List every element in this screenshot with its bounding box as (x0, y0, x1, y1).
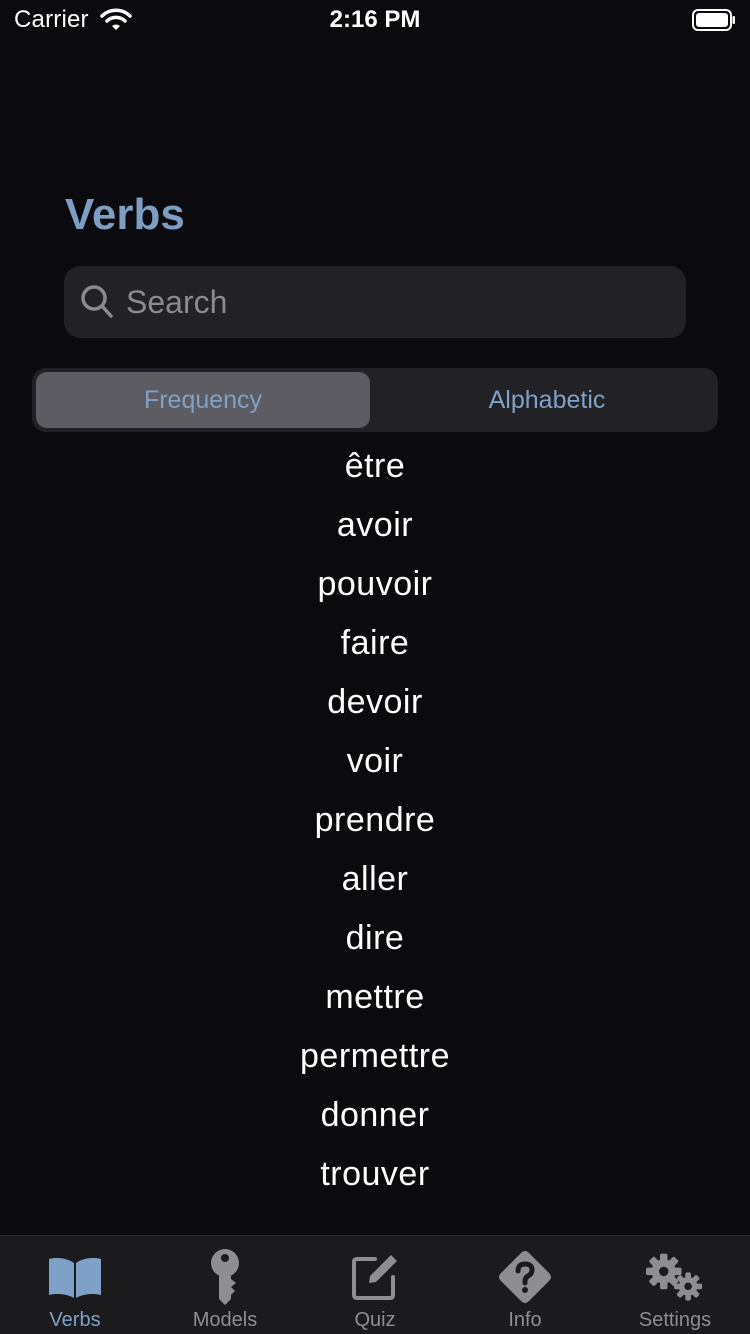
verb-item[interactable]: faire (0, 614, 750, 673)
tab-verbs[interactable]: Verbs (0, 1236, 150, 1334)
verbs-screen: Carrier 2:16 PM Verbs Search Frequency A… (0, 0, 750, 1334)
segment-alphabetic[interactable]: Alphabetic (380, 372, 714, 428)
tab-label: Models (192, 1309, 258, 1331)
verb-item[interactable]: dire (0, 909, 750, 968)
tab-bar: Verbs Models Quiz Info Settings (0, 1235, 750, 1334)
verb-item[interactable]: être (0, 437, 750, 496)
search-bar[interactable] (64, 266, 686, 338)
status-bar: Carrier 2:16 PM (0, 0, 750, 40)
sort-segmented-control: Frequency Alphabetic (32, 368, 718, 432)
gears-icon (645, 1248, 705, 1306)
verb-item[interactable]: pouvoir (0, 555, 750, 614)
battery-icon (692, 9, 736, 31)
verb-item[interactable]: mettre (0, 968, 750, 1027)
verb-item[interactable]: prendre (0, 791, 750, 850)
verb-list: être avoir pouvoir faire devoir voir pre… (0, 437, 750, 1204)
search-input[interactable] (126, 266, 666, 338)
tab-label: Verbs (49, 1309, 101, 1331)
tab-models[interactable]: Models (150, 1236, 300, 1334)
tab-label: Quiz (354, 1309, 396, 1331)
verb-item[interactable]: donner (0, 1086, 750, 1145)
tab-info[interactable]: Info (450, 1236, 600, 1334)
tab-label: Info (508, 1309, 542, 1331)
verb-item[interactable]: trouver (0, 1145, 750, 1204)
tab-label: Settings (638, 1309, 712, 1331)
tab-quiz[interactable]: Quiz (300, 1236, 450, 1334)
verb-item[interactable]: voir (0, 732, 750, 791)
verb-item[interactable]: aller (0, 850, 750, 909)
edit-icon (345, 1248, 405, 1306)
search-icon (80, 284, 114, 325)
verb-item[interactable]: devoir (0, 673, 750, 732)
book-icon (45, 1248, 105, 1306)
tab-settings[interactable]: Settings (600, 1236, 750, 1334)
verb-item[interactable]: avoir (0, 496, 750, 555)
clock: 2:16 PM (329, 6, 421, 33)
question-diamond-icon (495, 1248, 555, 1306)
page-title: Verbs (65, 190, 185, 239)
key-icon (195, 1248, 255, 1306)
segment-frequency[interactable]: Frequency (36, 372, 370, 428)
verb-item[interactable]: permettre (0, 1027, 750, 1086)
